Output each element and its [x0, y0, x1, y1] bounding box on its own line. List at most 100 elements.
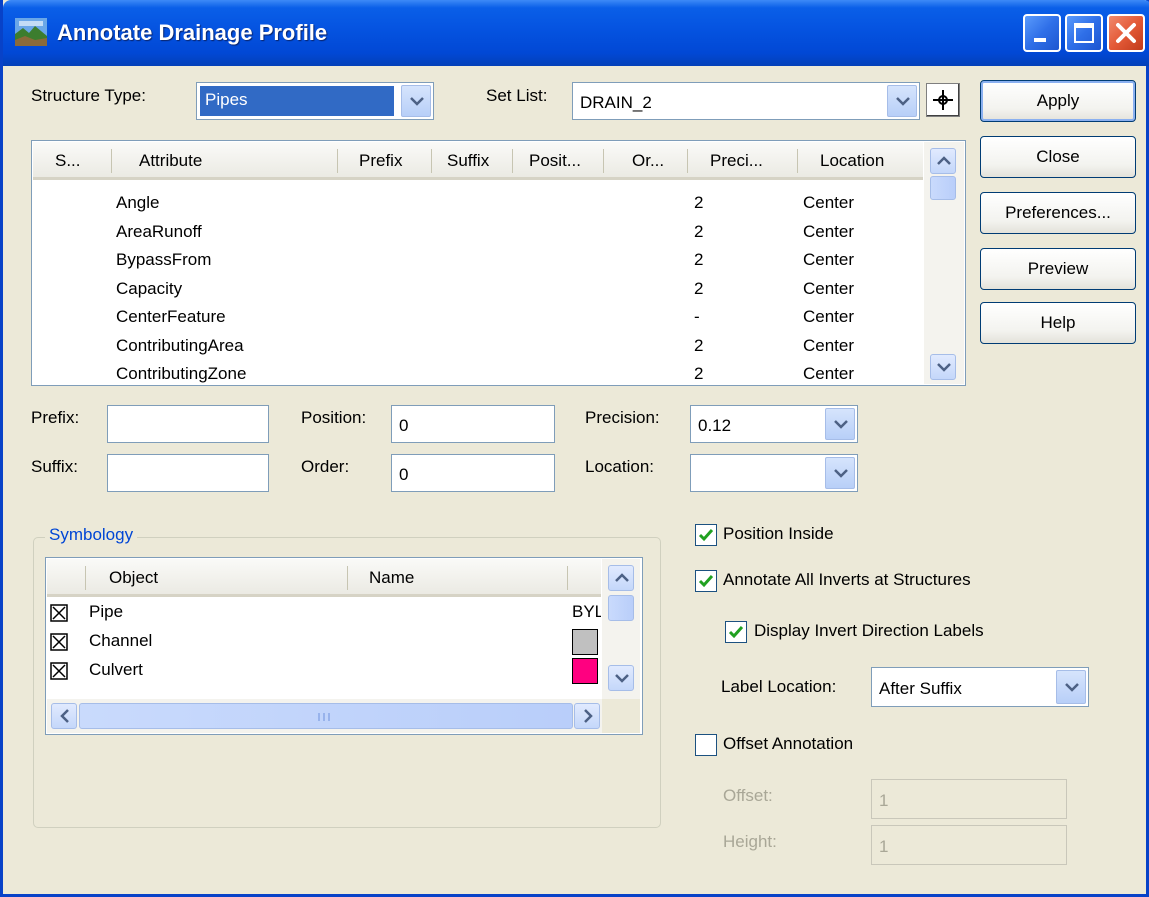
scroll-corner [602, 699, 640, 733]
checkmark-icon [698, 575, 714, 588]
height-input[interactable]: 1 [871, 825, 1067, 865]
scroll-thumb[interactable] [930, 176, 956, 200]
structure-type-dropdown[interactable]: Pipes [196, 82, 434, 120]
checkmark-icon [728, 626, 744, 639]
set-list-dropdown[interactable]: DRAIN_2 [572, 82, 920, 120]
scroll-thumb[interactable] [608, 595, 634, 621]
attribute-cell: CenterFeature [116, 307, 226, 326]
attribute-cell: Capacity [116, 278, 183, 298]
symbology-table[interactable]: Object Name Pipe BYL Channel Culvert [45, 557, 643, 735]
close-window-button[interactable] [1107, 14, 1145, 52]
column-header-position[interactable]: Posit... [529, 151, 581, 171]
object-cell: Channel [89, 631, 153, 650]
position-inside-checkbox[interactable] [695, 524, 717, 546]
precision-dropdown[interactable]: 0.12 [690, 405, 858, 443]
column-header-precision[interactable]: Preci... [710, 151, 763, 171]
help-button[interactable]: Help [980, 302, 1136, 344]
minimize-button[interactable] [1023, 14, 1061, 52]
table-row[interactable]: ContributingArea 2 Center [33, 334, 921, 362]
label-location-dropdown[interactable]: After Suffix [871, 667, 1089, 707]
list-item[interactable]: Culvert [47, 658, 601, 686]
visibility-checkbox[interactable] [50, 604, 68, 622]
title-bar[interactable]: Annotate Drainage Profile [3, 0, 1149, 66]
color-swatch[interactable] [572, 658, 598, 684]
annotate-all-inverts-checkbox[interactable] [695, 570, 717, 592]
table-row[interactable]: Capacity 2 Center [33, 277, 921, 305]
column-header-object[interactable]: Object [109, 568, 158, 588]
offset-value: 1 [879, 791, 889, 810]
set-list-value: DRAIN_2 [580, 93, 652, 112]
column-divider [337, 149, 338, 173]
pick-target-button[interactable] [926, 83, 960, 117]
close-button[interactable]: Close [980, 136, 1136, 178]
attributes-table[interactable]: S... Attribute Prefix Suffix Posit... Or… [31, 140, 966, 386]
preview-button[interactable]: Preview [980, 248, 1136, 290]
location-cell: Center [803, 307, 855, 326]
table-row[interactable]: ContributingZone 2 Center [33, 362, 921, 390]
chevron-down-icon[interactable] [1056, 670, 1086, 704]
object-cell: Pipe [89, 602, 124, 621]
table-row[interactable]: CenterFeature - Center [33, 305, 921, 333]
scroll-right-button[interactable] [574, 703, 600, 729]
color-swatch[interactable] [572, 629, 598, 655]
apply-button[interactable]: Apply [980, 80, 1136, 122]
position-value: 0 [399, 416, 409, 435]
column-header-location[interactable]: Location [820, 151, 884, 171]
annotate-all-inverts-label[interactable]: Annotate All Inverts at Structures [723, 570, 971, 590]
scroll-thumb[interactable] [79, 703, 573, 729]
chevron-down-icon[interactable] [825, 457, 855, 489]
location-label: Location: [585, 457, 654, 476]
offset-input[interactable]: 1 [871, 779, 1067, 819]
scroll-up-button[interactable] [608, 565, 634, 591]
column-header-prefix[interactable]: Prefix [359, 151, 402, 171]
offset-annotation-label[interactable]: Offset Annotation [723, 734, 853, 754]
chevron-down-icon[interactable] [401, 85, 431, 117]
symbology-hscrollbar[interactable] [47, 699, 602, 733]
symbology-vscrollbar[interactable] [602, 559, 640, 699]
column-header-name[interactable]: Name [369, 568, 414, 588]
scroll-left-button[interactable] [51, 703, 77, 729]
precision-cell: 2 [694, 278, 704, 298]
structure-type-label: Structure Type: [31, 86, 146, 105]
visibility-checkbox[interactable] [50, 662, 68, 680]
visibility-checkbox[interactable] [50, 633, 68, 651]
position-inside-label[interactable]: Position Inside [723, 524, 834, 544]
scroll-down-button[interactable] [608, 665, 634, 691]
display-invert-labels-label[interactable]: Display Invert Direction Labels [754, 621, 984, 641]
table-row[interactable]: Angle 2 Center [33, 191, 921, 219]
scroll-down-button[interactable] [930, 354, 956, 380]
position-input[interactable]: 0 [391, 405, 555, 443]
order-label: Order: [301, 457, 350, 476]
offset-annotation-checkbox[interactable] [695, 734, 717, 756]
attributes-scrollbar[interactable] [924, 142, 964, 384]
order-input[interactable]: 0 [391, 454, 555, 492]
location-dropdown[interactable] [690, 454, 858, 492]
list-item[interactable]: Pipe BYL [47, 600, 601, 628]
position-label: Position: [301, 408, 367, 427]
set-list-label: Set List: [486, 86, 548, 105]
label-location-value: After Suffix [879, 679, 962, 698]
attribute-cell: BypassFrom [116, 250, 212, 269]
suffix-input[interactable] [107, 454, 269, 492]
list-item[interactable]: Channel [47, 629, 601, 657]
prefix-input[interactable] [107, 405, 269, 443]
chevron-down-icon[interactable] [887, 85, 917, 117]
table-row[interactable]: BypassFrom 2 Center [33, 248, 921, 276]
maximize-button[interactable] [1065, 14, 1103, 52]
column-header-order[interactable]: Or... [632, 151, 664, 171]
display-invert-labels-checkbox[interactable] [725, 621, 747, 643]
column-header-s[interactable]: S... [55, 151, 81, 171]
preferences-button[interactable]: Preferences... [980, 192, 1136, 234]
object-cell: Culvert [89, 660, 143, 679]
column-divider [797, 149, 798, 173]
attribute-cell: Angle [116, 193, 160, 212]
column-header-suffix[interactable]: Suffix [447, 151, 489, 171]
column-header-attribute[interactable]: Attribute [139, 151, 202, 171]
column-divider [567, 566, 568, 590]
chevron-down-icon[interactable] [825, 408, 855, 440]
scroll-up-button[interactable] [930, 148, 956, 174]
precision-cell: 2 [694, 193, 704, 212]
table-row[interactable]: AreaRunoff 2 Center [33, 220, 921, 248]
height-value: 1 [879, 837, 889, 856]
height-label: Height: [723, 832, 777, 851]
